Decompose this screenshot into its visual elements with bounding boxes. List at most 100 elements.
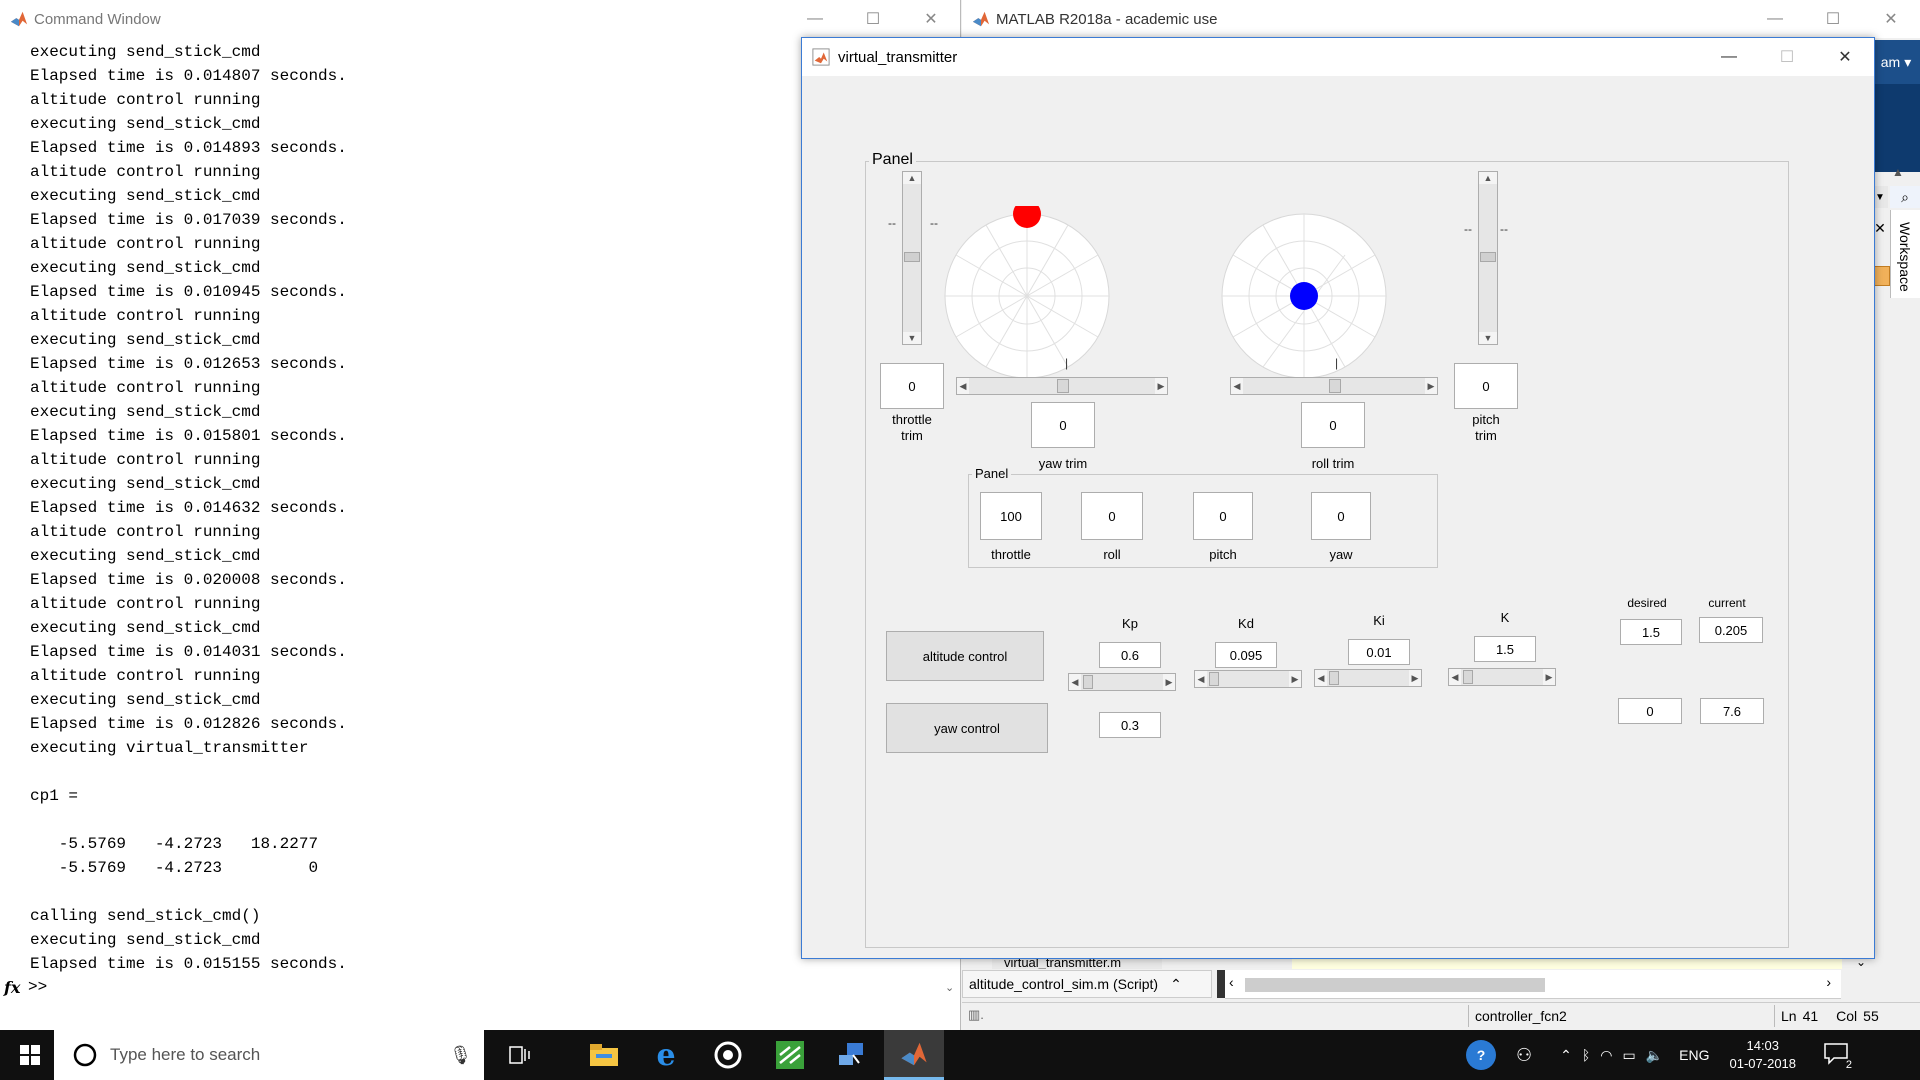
wifi-icon[interactable]: ◠ (1600, 1047, 1612, 1064)
arrow-left-icon[interactable]: ◀ (1069, 674, 1081, 690)
close-icon[interactable]: ✕ (1816, 38, 1874, 76)
minimize-icon[interactable]: — (1700, 38, 1758, 76)
volume-icon[interactable]: 🔈 (1646, 1047, 1663, 1064)
arrow-up-icon[interactable]: ▲ (1479, 172, 1497, 184)
search-icon[interactable]: ⌕ (1890, 186, 1920, 208)
scroll-thumb[interactable] (1245, 978, 1545, 992)
arrow-right-icon[interactable]: ▶ (1289, 671, 1301, 687)
editor-hscrollbar[interactable]: ‹ › (1225, 970, 1841, 999)
arrow-right-icon[interactable]: ▶ (1163, 674, 1175, 690)
right-stick-polar[interactable] (1214, 206, 1394, 386)
gain-kd-field[interactable]: 0.095 (1215, 642, 1277, 668)
right-stick-dot[interactable] (1290, 282, 1318, 310)
gain-kp-slider[interactable]: ◀ ▶ (1068, 673, 1176, 691)
language-indicator[interactable]: ENG (1679, 1047, 1709, 1063)
editor-tab-altitude-control[interactable]: altitude_control_sim.m (Script) ⌃ (962, 970, 1212, 998)
arrow-right-icon[interactable]: ▶ (1155, 378, 1167, 394)
gain-k-field[interactable]: 1.5 (1474, 636, 1536, 662)
chevron-left-icon[interactable]: ‹ (1229, 974, 1234, 990)
notifications-icon[interactable]: 2 (1824, 1043, 1852, 1071)
arrow-right-icon[interactable]: ▶ (1425, 378, 1437, 394)
workspace-tab[interactable]: Workspace (1890, 210, 1920, 298)
edge-browser-icon[interactable]: e (636, 1030, 696, 1080)
chevron-down-icon[interactable]: ⌄ (945, 981, 954, 994)
arrow-down-icon[interactable]: ▼ (1479, 332, 1497, 344)
slider-thumb[interactable] (1329, 671, 1339, 685)
altitude-control-button[interactable]: altitude control (886, 631, 1044, 681)
arrow-left-icon[interactable]: ◀ (1315, 670, 1327, 686)
arrow-left-icon[interactable]: ◀ (957, 378, 969, 394)
people-icon[interactable]: ⚇ (1516, 1045, 1532, 1066)
task-view-icon[interactable] (490, 1030, 550, 1080)
matlab-taskbar-icon[interactable] (884, 1030, 944, 1080)
collapse-icon[interactable]: ▲ (1892, 165, 1904, 179)
roll-trim-field[interactable]: 0 (1301, 402, 1365, 448)
file-explorer-icon[interactable] (574, 1030, 634, 1080)
gain-kp-field[interactable]: 0.6 (1099, 642, 1161, 668)
maximize-icon[interactable]: ☐ (1758, 38, 1816, 76)
yaw-gain-field[interactable]: 0.3 (1099, 712, 1161, 738)
status-bar: ▥. controller_fcn2 Ln 41 Col 55 (962, 1002, 1920, 1029)
bluetooth-icon[interactable]: ᛒ (1582, 1047, 1590, 1063)
media-icon[interactable] (698, 1030, 758, 1080)
maximize-icon[interactable]: ☐ (1804, 0, 1862, 38)
pitch-trim-max-mark: -- (1500, 222, 1508, 236)
clock[interactable]: 14:03 01-07-2018 (1730, 1037, 1797, 1073)
left-stick-polar[interactable] (937, 206, 1117, 386)
figure-titlebar[interactable]: virtual_transmitter — ☐ ✕ (802, 38, 1874, 76)
arrow-left-icon[interactable]: ◀ (1231, 378, 1243, 394)
arrow-right-icon[interactable]: ▶ (1543, 669, 1555, 685)
pitch-trim-slider[interactable]: ▲ ▼ (1478, 171, 1498, 345)
slider-thumb[interactable] (1209, 672, 1219, 686)
user-menu[interactable]: am ▾ (1872, 40, 1920, 84)
status-col: 55 (1863, 1008, 1879, 1024)
desired-yaw-field[interactable]: 0 (1618, 698, 1682, 724)
help-icon[interactable]: ? (1466, 1040, 1496, 1070)
slider-thumb[interactable] (1463, 670, 1473, 684)
maximize-icon[interactable]: ☐ (844, 0, 902, 38)
arrow-up-icon[interactable]: ▲ (903, 172, 921, 184)
close-icon[interactable]: ✕ (1862, 0, 1920, 38)
close-icon[interactable]: ✕ (902, 0, 960, 38)
chevron-up-icon[interactable]: ⌃ (1170, 976, 1182, 993)
pitch-trim-field[interactable]: 0 (1454, 363, 1518, 409)
microphone-icon[interactable]: 🎙 (449, 1045, 472, 1066)
minimize-icon[interactable]: — (786, 0, 844, 38)
matlab-titlebar[interactable]: MATLAB R2018a - academic use — ☐ ✕ (962, 0, 1920, 38)
minimize-icon[interactable]: — (1746, 0, 1804, 38)
gain-ki-field[interactable]: 0.01 (1348, 639, 1410, 665)
fx-icon[interactable]: fx (4, 978, 28, 997)
chevron-up-icon[interactable]: ⌃ (1560, 1047, 1572, 1064)
battery-icon[interactable]: ▭ (1623, 1047, 1636, 1064)
throttle-trim-field[interactable]: 0 (880, 363, 944, 409)
gain-kd-slider[interactable]: ◀ ▶ (1194, 670, 1302, 688)
arrow-left-icon[interactable]: ◀ (1195, 671, 1207, 687)
yaw-trim-field[interactable]: 0 (1031, 402, 1095, 448)
arrow-left-icon[interactable]: ◀ (1449, 669, 1461, 685)
gain-ki-slider[interactable]: ◀ ▶ (1314, 669, 1422, 687)
roll-trim-slider[interactable]: ◀ ▶ (1230, 377, 1438, 395)
yaw-trim-slider[interactable]: ◀ ▶ (956, 377, 1168, 395)
command-prompt[interactable]: fx >> (4, 975, 959, 999)
windows-start-icon[interactable] (0, 1030, 60, 1080)
network-app-icon[interactable] (822, 1030, 882, 1080)
slider-thumb[interactable] (1083, 675, 1093, 689)
command-output-line (30, 760, 347, 784)
slider-thumb[interactable] (1057, 379, 1069, 393)
arrow-down-icon[interactable]: ▼ (903, 332, 921, 344)
yaw-control-button[interactable]: yaw control (886, 703, 1048, 753)
slider-thumb[interactable] (904, 252, 920, 262)
throttle-trim-slider[interactable]: ▲ ▼ (902, 171, 922, 345)
figure-body: Panel -- -- ▲ ▼ 0 throttle trim | ◀ ▶ 0 … (802, 76, 1874, 958)
command-output-line (30, 808, 347, 832)
slider-thumb[interactable] (1329, 379, 1341, 393)
slider-thumb[interactable] (1480, 252, 1496, 262)
gain-k-slider[interactable]: ◀ ▶ (1448, 668, 1556, 686)
chevron-right-icon[interactable]: › (1826, 974, 1831, 990)
desired-altitude-field[interactable]: 1.5 (1620, 619, 1682, 645)
virtual-transmitter-window[interactable]: virtual_transmitter — ☐ ✕ Panel -- -- ▲ … (801, 37, 1875, 959)
search-box[interactable]: Type here to search 🎙 (54, 1030, 484, 1080)
app-green-icon[interactable] (760, 1030, 820, 1080)
arrow-right-icon[interactable]: ▶ (1409, 670, 1421, 686)
command-window-titlebar[interactable]: Command Window — ☐ ✕ (0, 0, 960, 38)
